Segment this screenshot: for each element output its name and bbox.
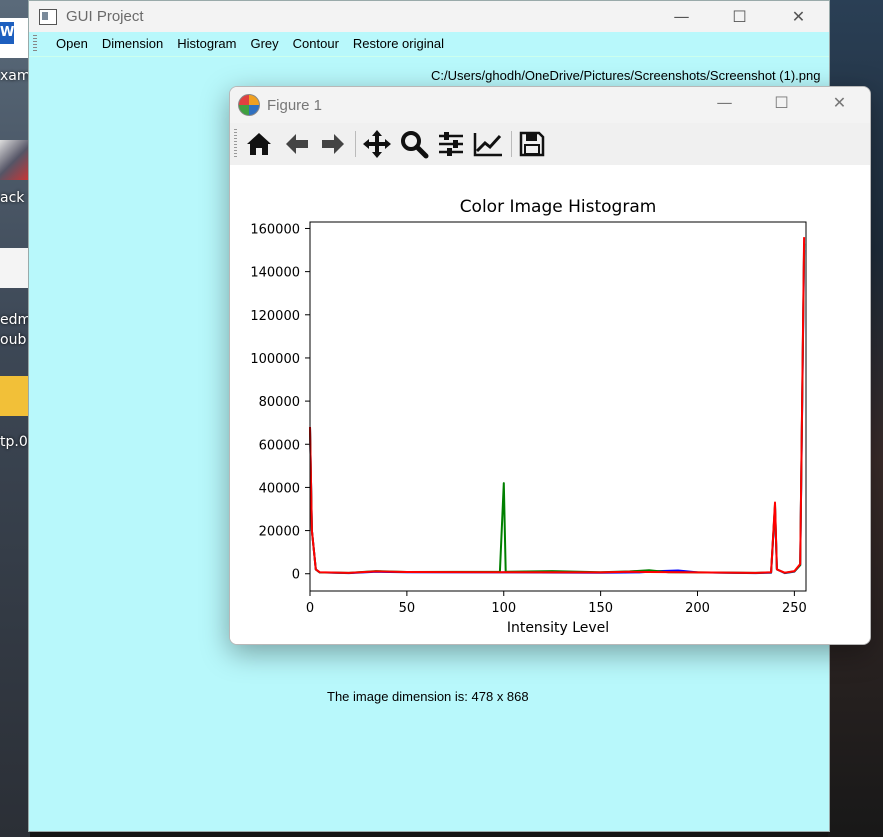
y-tick-label: 160000	[250, 222, 300, 237]
close-button[interactable]: ✕	[771, 1, 826, 32]
y-tick-label: 80000	[259, 395, 300, 410]
edit-axis-icon[interactable]	[472, 129, 504, 159]
y-tick-label: 120000	[250, 309, 300, 324]
folder-icon[interactable]	[0, 376, 30, 416]
y-tick-label: 20000	[259, 525, 300, 540]
histogram-chart: Color Image Histogram Intensity Level 0 5…	[250, 197, 807, 636]
y-tick-label: 60000	[259, 438, 300, 453]
document-icon[interactable]	[0, 248, 30, 288]
zoom-icon[interactable]	[398, 129, 430, 159]
x-tick-label: 150	[588, 601, 613, 616]
x-tick-label: 50	[399, 601, 416, 616]
menu-bar: Open Dimension Histogram Grey Contour Re…	[29, 32, 829, 57]
y-tick-label: 100000	[250, 352, 300, 367]
figure-maximize-button[interactable]: ☐	[754, 87, 809, 118]
home-icon[interactable]	[243, 129, 275, 159]
configure-subplots-icon[interactable]	[435, 129, 467, 159]
figure-window-title: Figure 1	[267, 96, 323, 114]
figure-title-bar[interactable]: Figure 1 — ☐ ✕	[230, 87, 870, 123]
plot-canvas[interactable]: Color Image Histogram Intensity Level 0 5…	[230, 165, 870, 644]
x-tick-label: 250	[782, 601, 807, 616]
maximize-button[interactable]: ☐	[712, 1, 767, 32]
file-path-label: C:/Users/ghodh/OneDrive/Pictures/Screens…	[431, 68, 821, 83]
menu-contour[interactable]: Contour	[286, 32, 346, 56]
menu-open[interactable]: Open	[49, 32, 95, 56]
figure-close-button[interactable]: ✕	[812, 87, 867, 118]
save-icon[interactable]	[516, 129, 548, 159]
matplotlib-icon	[238, 94, 260, 116]
blue-channel-line	[309, 250, 806, 575]
back-icon[interactable]	[281, 129, 313, 159]
red-channel-line	[309, 237, 806, 574]
axes-frame	[309, 221, 807, 592]
forward-icon[interactable]	[317, 129, 349, 159]
y-tick-label: 0	[292, 568, 300, 583]
green-channel-line	[309, 243, 806, 574]
figure-window: Figure 1 — ☐ ✕ Color Image Histogram Int…	[229, 86, 871, 645]
dimension-label: The image dimension is: 478 x 868	[327, 689, 529, 704]
main-window-title: GUI Project	[66, 8, 144, 25]
minimize-button[interactable]: —	[654, 1, 709, 32]
y-tick-label: 40000	[259, 481, 300, 496]
app-window-icon	[39, 8, 57, 25]
y-tick-label: 140000	[250, 266, 300, 281]
toolbar-separator	[511, 131, 512, 157]
toolbar-grip-icon	[234, 129, 237, 159]
x-tick-label: 0	[306, 601, 314, 616]
x-tick-label: 100	[491, 601, 516, 616]
menu-dimension[interactable]: Dimension	[95, 32, 170, 56]
chart-title: Color Image Histogram	[460, 197, 657, 217]
figure-minimize-button[interactable]: —	[697, 87, 752, 118]
toolbar-separator	[355, 131, 356, 157]
menu-grey[interactable]: Grey	[243, 32, 285, 56]
figure-toolbar	[230, 123, 870, 166]
desktop-icon-label: edm	[0, 312, 32, 328]
x-tick-label: 200	[685, 601, 710, 616]
car-image-icon[interactable]	[0, 140, 30, 180]
menu-grip-icon	[33, 35, 37, 53]
main-title-bar[interactable]: GUI Project — ☐ ✕	[29, 1, 829, 32]
x-axis-label: Intensity Level	[507, 620, 609, 636]
word-document-icon[interactable]: W	[0, 18, 30, 58]
menu-histogram[interactable]: Histogram	[170, 32, 243, 56]
pan-icon[interactable]	[361, 129, 393, 159]
menu-restore-original[interactable]: Restore original	[346, 32, 451, 56]
desktop-left-strip	[0, 0, 30, 837]
desktop-icon-label: xam	[0, 68, 31, 84]
